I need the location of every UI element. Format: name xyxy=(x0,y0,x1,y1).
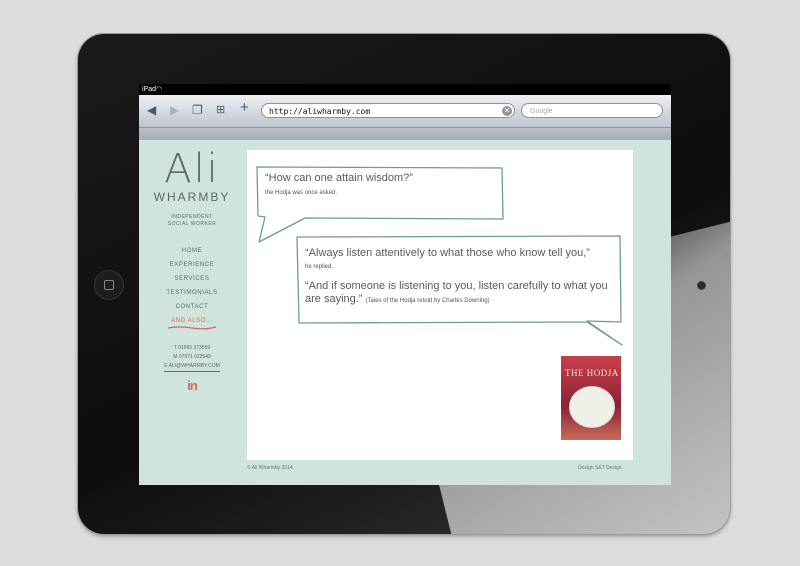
quote-question-attribution: the Hodja was once asked. xyxy=(265,190,338,196)
status-bar: iPad ​◠ xyxy=(139,84,671,95)
hodja-illustration xyxy=(569,386,615,428)
tagline: INDEPENDENT SOCIAL WORKER xyxy=(139,214,245,228)
logo-first-name[interactable]: Ali xyxy=(139,148,245,190)
contact-details: T 01665 373559 M 07971 022549 E ALI@WHAR… xyxy=(139,344,245,372)
nav-services[interactable]: SERVICES xyxy=(139,272,245,286)
add-icon[interactable]: + xyxy=(240,100,249,115)
home-button[interactable] xyxy=(94,270,124,300)
tagline-line1: INDEPENDENT xyxy=(171,214,213,220)
book-title: THE HODJA xyxy=(565,368,619,378)
book-cover-image: THE HODJA xyxy=(561,356,621,440)
ipad-screen: iPad ​◠ ◀ ▶ ❐ ⊞ + http://aliwharmby.com … xyxy=(139,84,671,485)
search-field[interactable]: Google xyxy=(521,103,663,118)
quote-advice: “And if someone is listening to you, lis… xyxy=(305,280,621,308)
phone-number: T 01665 373559 xyxy=(173,345,211,351)
camera-lens xyxy=(697,281,706,290)
address-bar[interactable]: http://aliwharmby.com ✕ xyxy=(261,103,515,118)
forward-icon[interactable]: ▶ xyxy=(170,103,179,117)
search-placeholder: Google xyxy=(530,108,553,115)
wifi-icon: ​◠ xyxy=(156,86,163,93)
pages-icon[interactable]: ❐ xyxy=(192,103,203,117)
nav-contact[interactable]: CONTACT xyxy=(139,300,245,314)
site-nav: HOME EXPERIENCE SERVICES TESTIMONIALS CO… xyxy=(139,244,245,330)
tagline-line2: SOCIAL WORKER xyxy=(167,221,217,227)
content-panel: “How can one attain wisdom?” the Hodja w… xyxy=(247,150,633,460)
nav-home[interactable]: HOME xyxy=(139,244,245,258)
linkedin-icon[interactable]: in xyxy=(139,378,245,393)
bookmarks-icon[interactable]: ⊞ xyxy=(216,103,225,117)
back-icon[interactable]: ◀ xyxy=(147,103,156,117)
quote-source: (Tales of the Hodja retold by Charles Do… xyxy=(365,298,490,304)
footer-copyright: © Ali Wharmby 2014 xyxy=(247,465,293,471)
nav-experience[interactable]: EXPERIENCE xyxy=(139,258,245,272)
quote-reply-attribution: he replied. xyxy=(305,264,334,270)
device-label: iPad xyxy=(142,86,157,93)
nav-and-also[interactable]: AND ALSO... xyxy=(139,314,245,328)
email-link[interactable]: E ALI@WHARMBY.COM xyxy=(164,362,220,372)
quote-reply: “Always listen attentively to what those… xyxy=(305,247,590,259)
browser-toolbar: ◀ ▶ ❐ ⊞ + http://aliwharmby.com ✕ Google xyxy=(139,95,671,128)
url-text: http://aliwharmby.com xyxy=(269,107,371,116)
logo-last-name[interactable]: WHARMBY xyxy=(139,190,245,204)
tab-strip xyxy=(139,128,671,140)
nav-testimonials[interactable]: TESTIMONIALS xyxy=(139,286,245,300)
quote-question: “How can one attain wisdom?” xyxy=(265,172,413,184)
mobile-number: M 07971 022549 xyxy=(173,354,211,360)
clear-icon[interactable]: ✕ xyxy=(502,106,512,116)
footer-credit[interactable]: Design S&T Design xyxy=(578,465,622,471)
site-sidebar: Ali WHARMBY INDEPENDENT SOCIAL WORKER HO… xyxy=(139,140,245,460)
